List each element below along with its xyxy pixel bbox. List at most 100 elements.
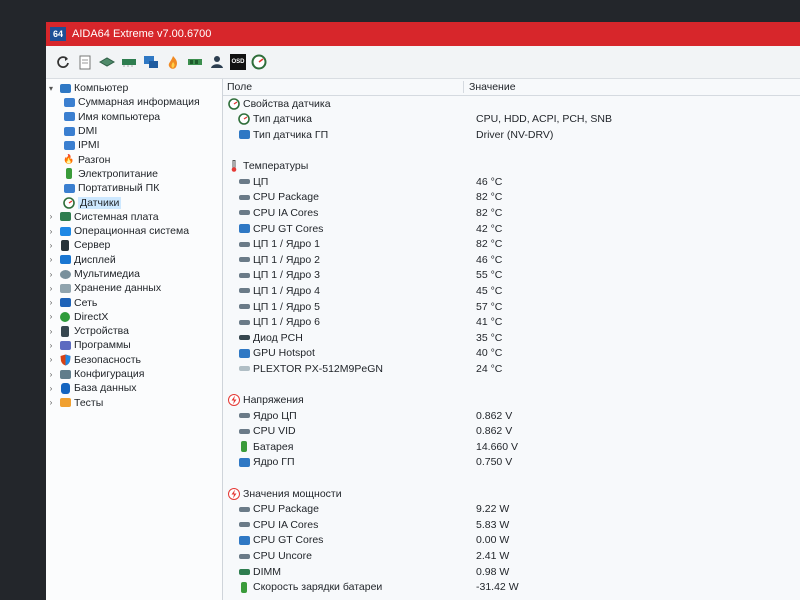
list-row[interactable]: Ядро ГП 0.750 V xyxy=(223,455,800,471)
column-header-value[interactable]: Значение xyxy=(464,81,516,93)
list-row[interactable]: CPU IA Cores 5.83 W xyxy=(223,517,800,533)
list-row[interactable]: PLEXTOR PX-512M9PeGN 24 °C xyxy=(223,361,800,377)
list-row[interactable]: CPU Uncore 2.41 W xyxy=(223,548,800,564)
tree-item-summary[interactable]: Суммарная информация xyxy=(46,95,222,109)
row-value: 14.660 V xyxy=(476,440,519,453)
tree-item-label: Компьютер xyxy=(74,82,129,95)
tree-item-computer-name[interactable]: Имя компьютера xyxy=(46,110,222,124)
flame-icon[interactable] xyxy=(164,53,182,71)
expand-arrow-icon[interactable]: › xyxy=(46,384,56,393)
cpu-chip-icon xyxy=(238,503,250,515)
tree-item-laptop[interactable]: Портативный ПК xyxy=(46,181,222,195)
tree-item-storage[interactable]: › Хранение данных xyxy=(46,281,222,295)
list-row[interactable]: CPU GT Cores 0.00 W xyxy=(223,533,800,549)
list-row[interactable]: CPU Package 9.22 W xyxy=(223,501,800,517)
motherboard-icon[interactable] xyxy=(98,53,116,71)
tree-item-display[interactable]: › Дисплей xyxy=(46,253,222,267)
tree-item-network[interactable]: › Сеть xyxy=(46,295,222,309)
tree-item-database[interactable]: › База данных xyxy=(46,381,222,395)
row-field: CPU VID xyxy=(253,425,296,438)
list-row[interactable]: Тип датчика ГП Driver (NV-DRV) xyxy=(223,127,800,143)
group-title: Свойства датчика xyxy=(243,97,331,110)
expand-arrow-icon[interactable]: › xyxy=(46,355,56,364)
tree-item-directx[interactable]: › DirectX xyxy=(46,310,222,324)
row-value: 0.862 V xyxy=(476,425,513,438)
row-value: 2.41 W xyxy=(476,550,510,563)
list-row[interactable]: ЦП 1 / Ядро 1 82 °C xyxy=(223,236,800,252)
list-row[interactable]: CPU VID 0.862 V xyxy=(223,423,800,439)
list-row[interactable]: Скорость зарядки батареи -31.42 W xyxy=(223,579,800,595)
tree-item-computer[interactable]: ▾ Компьютер xyxy=(46,81,222,95)
expand-arrow-icon[interactable]: › xyxy=(46,327,56,336)
row-field: Ядро ГП xyxy=(253,456,295,469)
column-header-field[interactable]: Поле xyxy=(223,81,464,93)
expand-arrow-icon[interactable]: › xyxy=(46,270,56,279)
tree-item-label: Имя компьютера xyxy=(78,110,161,123)
storage-icon xyxy=(59,282,71,294)
tree-item-devices[interactable]: › Устройства xyxy=(46,324,222,338)
expand-arrow-icon[interactable]: › xyxy=(46,227,56,236)
expand-arrow-icon[interactable]: › xyxy=(46,341,56,350)
row-field: Ядро ЦП xyxy=(253,409,297,422)
expand-arrow-icon[interactable]: › xyxy=(46,284,56,293)
tree-item-ipmi[interactable]: IPMI xyxy=(46,138,222,152)
expand-arrow-icon[interactable]: › xyxy=(46,370,56,379)
config-icon xyxy=(59,368,71,380)
expand-arrow-icon[interactable]: › xyxy=(46,398,56,407)
list-row[interactable]: GPU Hotspot 40 °C xyxy=(223,346,800,362)
tree-item-label: Программы xyxy=(74,339,131,352)
list-row[interactable]: CPU GT Cores 42 °C xyxy=(223,221,800,237)
tree-item-sensors[interactable]: Датчики xyxy=(46,195,222,209)
row-value: 46 °C xyxy=(476,253,503,266)
memory-icon[interactable] xyxy=(120,53,138,71)
sensor-icon[interactable] xyxy=(250,53,268,71)
user-icon[interactable] xyxy=(208,53,226,71)
group-header-power-values[interactable]: Значения мощности xyxy=(223,486,800,502)
list-row[interactable]: ЦП 1 / Ядро 5 57 °C xyxy=(223,299,800,315)
tree-item-security[interactable]: › Безопасность xyxy=(46,353,222,367)
expand-arrow-icon[interactable]: › xyxy=(46,212,56,221)
monitor-icon xyxy=(59,254,71,266)
group-header-voltages[interactable]: Напряжения xyxy=(223,392,800,408)
list-row[interactable]: Батарея 14.660 V xyxy=(223,439,800,455)
expand-arrow-icon[interactable]: › xyxy=(46,298,56,307)
tree-item-power[interactable]: Электропитание xyxy=(46,167,222,181)
report-icon[interactable] xyxy=(76,53,94,71)
list-row[interactable]: DIMM 0.98 W xyxy=(223,564,800,580)
list-row[interactable]: Тип датчика CPU, HDD, ACPI, PCH, SNB xyxy=(223,112,800,128)
group-header-sensor-properties[interactable]: Свойства датчика xyxy=(223,96,800,112)
tree-item-os[interactable]: › Операционная система xyxy=(46,224,222,238)
list-row[interactable]: CPU IA Cores 82 °C xyxy=(223,205,800,221)
tree-item-programs[interactable]: › Программы xyxy=(46,338,222,352)
expand-arrow-icon[interactable]: › xyxy=(46,255,56,264)
tree-item-benchmark[interactable]: › Тесты xyxy=(46,396,222,410)
list-row[interactable]: Диод PCH 35 °C xyxy=(223,330,800,346)
osd-icon[interactable]: OSD xyxy=(230,54,246,70)
ram-icon[interactable] xyxy=(186,53,204,71)
motherboard-icon xyxy=(59,211,71,223)
group-header-temperatures[interactable]: Температуры xyxy=(223,158,800,174)
row-field: ЦП 1 / Ядро 4 xyxy=(253,284,320,297)
cpu-chip-icon xyxy=(238,269,250,281)
tree-item-dmi[interactable]: DMI xyxy=(46,124,222,138)
list-row[interactable]: ЦП 1 / Ядро 6 41 °C xyxy=(223,314,800,330)
list-row[interactable]: ЦП 1 / Ядро 4 45 °C xyxy=(223,283,800,299)
tree-item-overclock[interactable]: 🔥 Разгон xyxy=(46,152,222,166)
list-row[interactable]: ЦП 46 °C xyxy=(223,174,800,190)
list-row[interactable]: CPU Package 82 °C xyxy=(223,190,800,206)
list-row[interactable]: ЦП 1 / Ядро 3 55 °C xyxy=(223,268,800,284)
expand-arrow-icon[interactable]: › xyxy=(46,312,56,321)
list-row[interactable]: ЦП 1 / Ядро 2 46 °C xyxy=(223,252,800,268)
network-icon[interactable] xyxy=(142,53,160,71)
tree-item-server[interactable]: › Сервер xyxy=(46,238,222,252)
benchmark-icon xyxy=(59,397,71,409)
collapse-arrow-icon[interactable]: ▾ xyxy=(46,84,56,93)
tree-item-config[interactable]: › Конфигурация xyxy=(46,367,222,381)
tree-item-motherboard[interactable]: › Системная плата xyxy=(46,210,222,224)
expand-arrow-icon[interactable]: › xyxy=(46,241,56,250)
cpu-chip-icon xyxy=(238,176,250,188)
list-row[interactable]: Ядро ЦП 0.862 V xyxy=(223,408,800,424)
row-field: CPU Uncore xyxy=(253,550,312,563)
tree-item-multimedia[interactable]: › Мультимедиа xyxy=(46,267,222,281)
refresh-icon[interactable] xyxy=(54,53,72,71)
